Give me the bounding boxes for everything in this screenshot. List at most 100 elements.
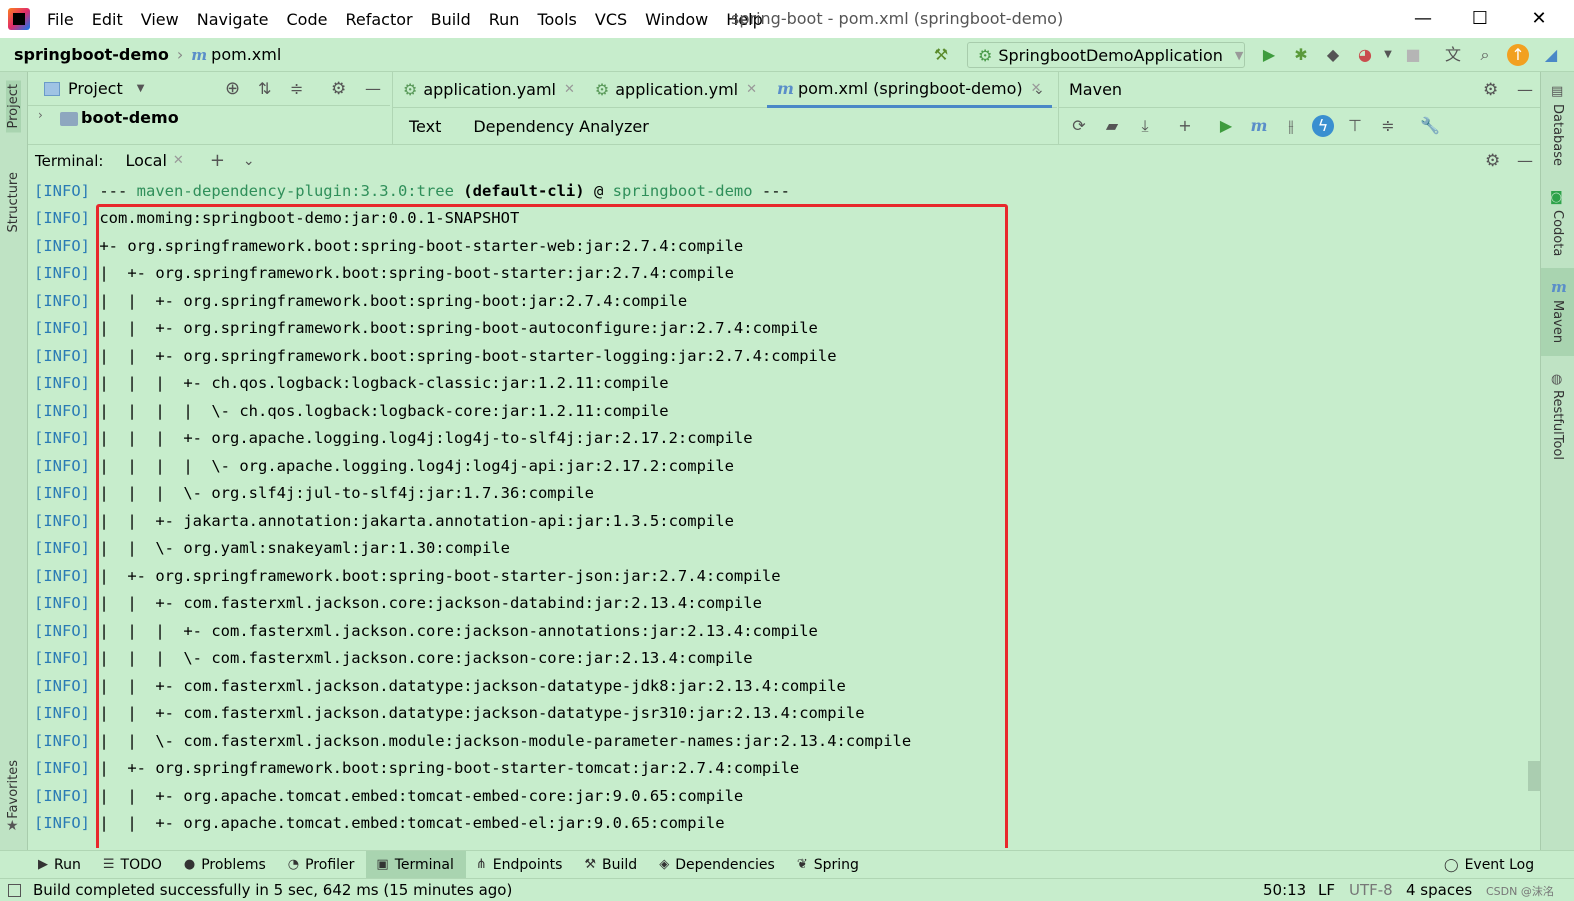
caret-position[interactable]: 50:13	[1263, 881, 1306, 899]
file-encoding[interactable]: UTF-8	[1349, 881, 1393, 899]
plugin-icon[interactable]: ◢	[1540, 44, 1562, 66]
database-tool-button[interactable]: Database	[1550, 104, 1565, 166]
todo-tool-button[interactable]: ☰ TODO	[93, 851, 174, 879]
search-icon[interactable]: ⌕	[1474, 44, 1496, 66]
chevron-down-icon[interactable]: ⌄	[243, 153, 255, 169]
show-dependencies-icon[interactable]: ⊤	[1344, 115, 1366, 137]
run-icon[interactable]: ▶	[1258, 44, 1280, 66]
menu-refactor[interactable]: Refactor	[336, 10, 421, 29]
locate-icon[interactable]: ⊕	[225, 78, 240, 99]
translate-icon[interactable]: 文	[1442, 44, 1464, 66]
menu-edit[interactable]: Edit	[83, 10, 132, 29]
status-message[interactable]: Build completed successfully in 5 sec, 6…	[33, 881, 512, 899]
collapse-all-icon[interactable]: ≑	[290, 79, 303, 98]
run-maven-icon[interactable]: ▶	[1215, 115, 1237, 137]
codota-icon: ◙	[1550, 190, 1563, 205]
profile-icon[interactable]: ◕	[1354, 44, 1376, 66]
tree-item-boot-demo[interactable]: boot-demo	[81, 108, 179, 127]
spring-tool-button[interactable]: ❦ Spring	[787, 851, 871, 879]
info-prefix: [INFO]	[34, 676, 90, 695]
coverage-icon[interactable]: ◆	[1322, 44, 1344, 66]
close-icon[interactable]: ✕	[173, 153, 184, 168]
line-separator[interactable]: LF	[1318, 881, 1335, 899]
menu-window[interactable]: Window	[636, 10, 717, 29]
maven-tool-button[interactable]: Maven	[1550, 300, 1565, 343]
tab-application-yaml[interactable]: ⚙ application.yaml ✕	[393, 72, 585, 108]
menu-view[interactable]: View	[132, 10, 188, 29]
chevron-right-icon[interactable]: ›	[38, 108, 43, 122]
menu-tools[interactable]: Tools	[528, 10, 585, 29]
update-icon[interactable]: ↑	[1507, 44, 1529, 66]
hide-panel-icon[interactable]: —	[365, 79, 381, 98]
subtab-text[interactable]: Text	[393, 117, 457, 136]
execute-goal-icon[interactable]: m	[1248, 115, 1270, 137]
new-tab-icon[interactable]: +	[210, 150, 225, 171]
build-hammer-icon[interactable]: ⚒	[930, 44, 952, 66]
wrench-icon[interactable]: 🔧	[1419, 115, 1441, 137]
status-toggle-icon[interactable]	[8, 883, 21, 897]
subtab-dependency-analyzer[interactable]: Dependency Analyzer	[457, 117, 664, 136]
tab-application-yml[interactable]: ⚙ application.yml ✕	[585, 72, 767, 108]
menu-file[interactable]: File	[38, 10, 83, 29]
terminal-output[interactable]: [INFO] --- maven-dependency-plugin:3.3.0…	[28, 176, 1540, 848]
indent-setting[interactable]: 4 spaces	[1406, 881, 1472, 899]
close-window-button[interactable]: ✕	[1519, 4, 1559, 34]
menu-vcs[interactable]: VCS	[586, 10, 636, 29]
menu-run[interactable]: Run	[480, 10, 529, 29]
dependencies-tool-button[interactable]: ◈ Dependencies	[649, 851, 787, 879]
project-tool-button[interactable]: Project	[6, 80, 21, 133]
run-configuration-select[interactable]: ⚙ SpringbootDemoApplication ▼	[967, 42, 1245, 68]
generate-sources-icon[interactable]: ▰	[1101, 115, 1123, 137]
expand-all-icon[interactable]: ⇅	[258, 79, 271, 98]
hide-panel-icon[interactable]: —	[1517, 151, 1533, 170]
collapse-icon[interactable]: ≑	[1377, 115, 1399, 137]
menu-build[interactable]: Build	[422, 10, 480, 29]
project-panel-title[interactable]: Project	[68, 79, 123, 98]
dependency-text: | | | | \- ch.qos.logback:logback-core:j…	[99, 401, 669, 420]
minimize-button[interactable]: —	[1403, 4, 1443, 34]
dependency-text: | +- org.springframework.boot:spring-boo…	[99, 264, 734, 282]
run-tool-button[interactable]: ▶ Run	[28, 851, 93, 879]
stop-icon[interactable]: ■	[1402, 44, 1424, 66]
dashes: ---	[90, 182, 137, 200]
add-icon[interactable]: +	[1174, 115, 1196, 137]
layers-icon: ◈	[659, 857, 670, 872]
menu-code[interactable]: Code	[278, 10, 337, 29]
close-icon[interactable]: ✕	[564, 82, 575, 97]
codota-tool-button[interactable]: Codota	[1550, 210, 1565, 256]
tab-local[interactable]: Local	[125, 151, 166, 170]
terminal-tool-button[interactable]: ▣ Terminal	[366, 850, 466, 879]
maximize-button[interactable]: ☐	[1460, 4, 1500, 34]
chevron-down-icon: ▼	[1234, 48, 1244, 62]
tabs-dropdown-icon[interactable]: ⌄	[1033, 82, 1045, 98]
structure-tool-button[interactable]: Structure	[6, 172, 21, 232]
skip-tests-icon[interactable]: ϟ	[1312, 115, 1334, 137]
reload-icon[interactable]: ⟳	[1068, 115, 1090, 137]
hide-panel-icon[interactable]: —	[1517, 80, 1533, 99]
breadcrumb-file[interactable]: pom.xml	[211, 45, 281, 64]
download-icon[interactable]: ⤓	[1134, 115, 1156, 137]
terminal-label: Terminal:	[35, 151, 104, 170]
restfultool-tool-button[interactable]: RestfulTool	[1550, 390, 1565, 460]
tab-pom-xml[interactable]: m pom.xml (springboot-demo) ✕	[767, 72, 1052, 108]
gear-icon[interactable]: ⚙	[1485, 151, 1500, 171]
breadcrumb-project[interactable]: springboot-demo	[14, 45, 169, 64]
chevron-down-icon[interactable]: ▼	[137, 83, 145, 94]
toggle-offline-icon[interactable]: ⫲	[1280, 115, 1302, 137]
event-log-button[interactable]: ◯ Event Log	[1444, 851, 1534, 879]
build-tool-button[interactable]: ⚒ Build	[574, 851, 649, 879]
menu-navigate[interactable]: Navigate	[188, 10, 278, 29]
profile-dropdown-icon[interactable]: ▼	[1377, 44, 1399, 66]
scrollbar-thumb[interactable]	[1528, 761, 1540, 791]
close-icon[interactable]: ✕	[746, 82, 757, 97]
gear-icon[interactable]: ⚙	[331, 79, 346, 99]
gear-icon[interactable]: ⚙	[1483, 80, 1498, 100]
dependency-text: +- org.springframework.boot:spring-boot-…	[99, 236, 744, 255]
endpoints-tool-button[interactable]: ⋔ Endpoints	[466, 851, 575, 879]
problems-tool-button[interactable]: ● Problems	[174, 851, 278, 879]
profiler-tool-button[interactable]: ◔ Profiler	[278, 851, 367, 879]
terminal-header: Terminal: Local ✕ + ⌄ ⚙ —	[28, 144, 1540, 176]
favorites-tool-button[interactable]: Favorites	[6, 760, 21, 819]
debug-icon[interactable]: ✱	[1290, 44, 1312, 66]
